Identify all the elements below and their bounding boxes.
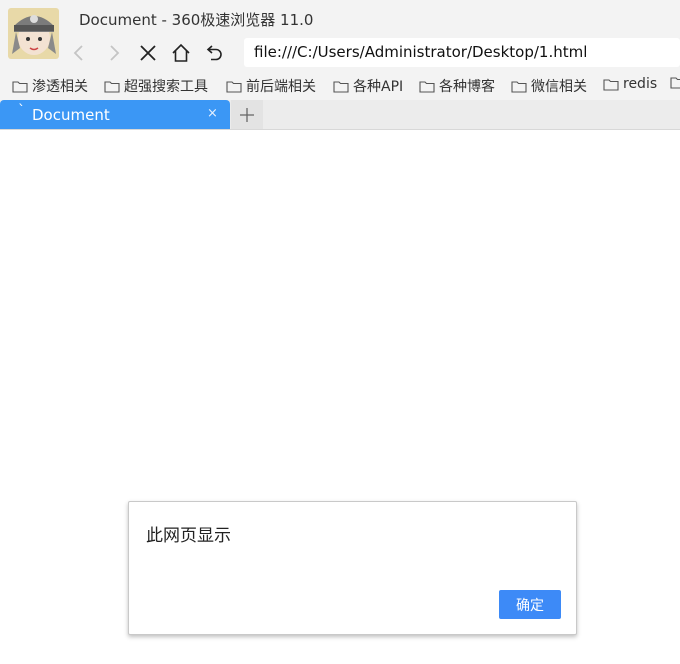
stop-button[interactable]	[135, 40, 161, 66]
folder-icon	[603, 78, 619, 91]
folder-icon	[104, 80, 120, 93]
bookmark-label: redis	[623, 76, 658, 92]
forward-icon	[110, 45, 120, 61]
bookmark-label: 微信相关	[531, 79, 587, 95]
dialog-message: 此网页显示	[146, 526, 231, 546]
home-button[interactable]	[168, 40, 194, 66]
bookmark-folder[interactable]: 超强搜索工具	[104, 76, 208, 96]
ok-button[interactable]: 确定	[499, 590, 561, 619]
forward-button[interactable]	[101, 40, 127, 66]
folder-icon	[670, 77, 680, 89]
bookmark-label: 超强搜索工具	[124, 79, 208, 95]
folder-icon	[511, 80, 527, 93]
bookmark-folder[interactable]: 各种API	[333, 76, 403, 96]
tab-strip: ` Document ×	[0, 100, 680, 130]
address-bar[interactable]: file:///C:/Users/Administrator/Desktop/1…	[244, 38, 680, 67]
stop-icon	[140, 45, 156, 61]
tab-label: Document	[32, 106, 110, 124]
window-title: Document - 360极速浏览器 11.0	[79, 11, 314, 29]
close-icon[interactable]: ×	[207, 106, 218, 121]
bookmark-label: 前后端相关	[246, 79, 316, 95]
back-icon	[73, 45, 83, 61]
bookmark-folder[interactable]: 渗透相关	[12, 76, 88, 96]
folder-icon	[12, 80, 28, 93]
plus-icon	[240, 107, 254, 122]
bookmark-label: 渗透相关	[32, 79, 88, 95]
folder-icon	[333, 80, 349, 93]
bookmark-folder[interactable]: 前后端相关	[226, 76, 316, 96]
home-icon	[172, 43, 190, 62]
bookmark-label: 各种API	[353, 79, 404, 95]
bookmark-label: 各种博客	[439, 79, 495, 95]
folder-icon	[226, 80, 242, 93]
url-text: file:///C:/Users/Administrator/Desktop/1…	[254, 43, 588, 61]
browser-chrome: Document - 360极速浏览器 11.0 file:///C:/User…	[0, 0, 680, 130]
back-button[interactable]	[66, 40, 92, 66]
new-tab-button[interactable]	[231, 100, 263, 129]
bookmarks-bar: 渗透相关 超强搜索工具 前后端相关 各种API 各种博客 微信相关 redis	[0, 72, 680, 98]
alert-dialog: 此网页显示 确定	[128, 501, 577, 635]
bookmark-folder[interactable]: 微信相关	[511, 76, 587, 96]
user-avatar[interactable]	[8, 8, 59, 59]
folder-icon	[419, 80, 435, 93]
tab-loading-indicator: `	[18, 103, 25, 119]
bookmark-folder-overflow[interactable]	[670, 76, 680, 89]
undo-button[interactable]	[202, 40, 228, 66]
undo-icon	[206, 45, 222, 61]
bookmark-folder[interactable]: 各种博客	[419, 76, 495, 96]
tab-document[interactable]: ` Document ×	[0, 100, 230, 129]
bookmark-folder[interactable]: redis	[603, 76, 657, 92]
